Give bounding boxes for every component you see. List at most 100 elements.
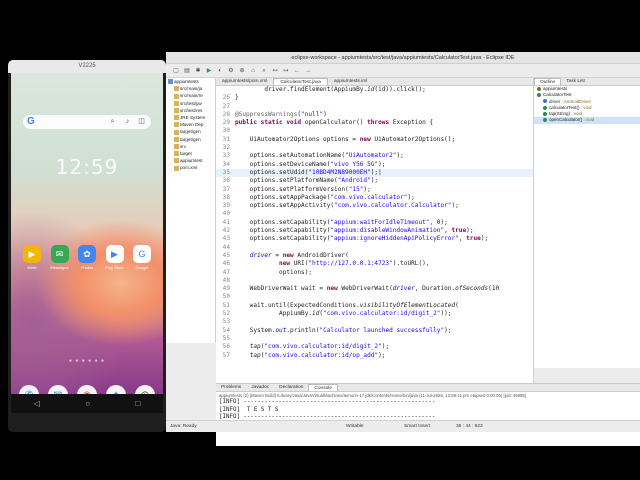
explorer-item-label: src/test/jav xyxy=(180,100,202,106)
explorer-item[interactable]: src/main/re xyxy=(166,92,215,99)
outline-signature: : void xyxy=(582,117,595,123)
outline-label: CalculatorTest xyxy=(543,92,572,98)
code-line: 43 options.setCapability("appium:ignoreH… xyxy=(216,235,533,243)
editor-tab[interactable]: appiumtests.iml xyxy=(328,78,373,85)
writable-status: Writable xyxy=(346,424,364,429)
explorer-item[interactable]: target/gen xyxy=(166,136,215,143)
app-meet[interactable]: ▶ Meet xyxy=(19,245,45,270)
explorer-item[interactable]: target xyxy=(166,150,215,157)
console-view[interactable]: Problems Javadoc Declaration Console appium… xyxy=(216,383,640,446)
app-play-store[interactable]: ▶ Play Store xyxy=(102,245,128,270)
code-line: 54 System.out.println("Calculator launch… xyxy=(216,327,533,335)
new-icon[interactable]: ▢ xyxy=(172,67,180,75)
code-area[interactable]: driver.findElement(AppiumBy.id(id)).clic… xyxy=(216,86,533,383)
explorer-item[interactable]: appiumtests xyxy=(166,78,215,85)
phone-window-titlebar[interactable]: V2225 xyxy=(8,60,166,73)
home-icon[interactable]: ○ xyxy=(85,399,90,408)
explorer-item[interactable]: target/gen xyxy=(166,128,215,135)
explorer-item[interactable]: Maven Dep xyxy=(166,121,215,128)
app-photos[interactable]: ✿ Photos xyxy=(74,245,100,270)
explorer-item[interactable]: src/test/jav xyxy=(166,100,215,107)
editor-tab[interactable]: CalculatorTest.java xyxy=(273,78,328,85)
app-google[interactable]: G Google xyxy=(129,245,155,270)
prev-annotation-icon[interactable]: ↤ xyxy=(271,67,279,75)
insert-mode-status: Smart Insert xyxy=(404,424,431,429)
console-tab[interactable]: Declaration xyxy=(274,384,308,391)
eclipse-window[interactable]: eclipse-workspace - appiumtests/src/test… xyxy=(166,52,640,446)
code-text: options.setDeviceName("vivo Y56 5G"); xyxy=(235,160,386,168)
debug-icon[interactable]: ✱ xyxy=(194,67,202,75)
outline-item[interactable]: openCalculator() : void xyxy=(534,117,640,124)
external-tools-icon[interactable]: ⚙ xyxy=(227,67,235,75)
code-text: options.setAppPackage("com.vivo.calculat… xyxy=(235,193,415,201)
phone-screen[interactable]: G ⌕ ♪ ◫ 12:59 ▶ Meet ✉ Messages ✿ Photos ▶ Play… xyxy=(11,73,163,413)
outline-tab[interactable]: Outline xyxy=(534,78,562,85)
explorer-item[interactable]: JRE System xyxy=(166,114,215,121)
console-tab[interactable]: Javadoc xyxy=(246,384,274,391)
back-icon[interactable]: ◁ xyxy=(34,399,40,408)
line-number: 50 xyxy=(222,293,230,301)
explorer-item-label: src xyxy=(180,143,187,149)
phone-mirror-window[interactable]: V2225 G ⌕ ♪ ◫ 12:59 ▶ Meet ✉ Messages ✿ Photo… xyxy=(8,60,166,432)
code-line: 37 options.setPlatformVersion("15"); xyxy=(216,186,533,194)
code-editor[interactable]: appiumtests/pom.xml CalculatorTest.java ap… xyxy=(216,78,534,383)
code-text: options); xyxy=(235,268,313,276)
code-text: System.out.println("Calculator launched … xyxy=(235,326,452,334)
meet-icon: ▶ xyxy=(23,245,41,263)
lens-icon[interactable]: ◫ xyxy=(138,118,145,125)
save-icon[interactable]: ▤ xyxy=(183,67,191,75)
recents-icon[interactable]: □ xyxy=(135,399,140,408)
folder-icon xyxy=(174,122,179,128)
folder-icon xyxy=(174,165,179,171)
code-line: 36 options.setPlatformName("Android"); xyxy=(216,177,533,185)
mic-icon[interactable]: ♪ xyxy=(124,118,131,125)
next-annotation-icon[interactable]: ↦ xyxy=(282,67,290,75)
forward-nav-icon[interactable]: → xyxy=(304,67,312,75)
code-line: 34 options.setDeviceName("vivo Y56 5G"); xyxy=(216,161,533,169)
explorer-item[interactable]: pom.xml xyxy=(166,164,215,171)
coverage-icon[interactable]: ◐ xyxy=(216,67,224,75)
code-line: 28 @SuppressWarnings("null") xyxy=(216,111,533,119)
code-text: UiAutomator2Options options = new UiAuto… xyxy=(235,135,456,143)
run-icon[interactable]: ▶ xyxy=(205,67,213,75)
code-text: options.setAutomationName("UiAutomator2"… xyxy=(235,152,404,160)
explorer-item[interactable]: src/test/res xyxy=(166,107,215,114)
code-line: 50 xyxy=(216,293,533,301)
ide-titlebar[interactable]: eclipse-workspace - appiumtests/src/test… xyxy=(166,52,640,64)
folder-icon xyxy=(168,79,173,85)
editor-tab[interactable]: appiumtests/pom.xml xyxy=(216,78,273,85)
editor-tabs: appiumtests/pom.xml CalculatorTest.java ap… xyxy=(216,78,533,86)
explorer-item-label: Maven Dep xyxy=(180,122,204,128)
code-line: 38 options.setAppPackage("com.vivo.calcu… xyxy=(216,194,533,202)
package-explorer[interactable]: appiumtests src/main/ja src/main/re src/tes… xyxy=(166,78,216,343)
google-search-bar[interactable]: G ⌕ ♪ ◫ xyxy=(23,115,151,129)
search-icon[interactable]: ⌕ xyxy=(109,118,116,125)
line-number: 29 xyxy=(222,119,230,127)
new-class-icon[interactable]: ⊕ xyxy=(238,67,246,75)
back-nav-icon[interactable]: ← xyxy=(293,67,301,75)
open-type-icon[interactable]: ⌂ xyxy=(249,67,257,75)
folder-icon xyxy=(174,93,179,99)
app-label: Play Store xyxy=(105,265,124,270)
search-icon[interactable]: ⌕ xyxy=(260,67,268,75)
line-number: 57 xyxy=(222,351,230,359)
google-icon: G xyxy=(133,245,151,263)
code-text: options.setCapability("appium:ignoreHidd… xyxy=(235,235,489,243)
outline-tab[interactable]: Task List xyxy=(561,78,590,85)
explorer-item[interactable]: src xyxy=(166,143,215,150)
app-messages[interactable]: ✉ Messages xyxy=(47,245,73,270)
console-tab[interactable]: Console xyxy=(308,384,339,391)
code-line: 33 options.setAutomationName("UiAutomato… xyxy=(216,152,533,160)
line-number: 36 xyxy=(222,177,230,185)
console-tab[interactable]: Problems xyxy=(216,384,246,391)
code-text: options.setAppActivity("com.vivo.calcula… xyxy=(235,202,459,210)
outline-view[interactable]: Outline Task List appiumtests CalculatorTe… xyxy=(534,78,640,368)
explorer-item[interactable]: src/main/ja xyxy=(166,85,215,92)
member-icon xyxy=(543,105,547,110)
outline-tabs: Outline Task List xyxy=(534,78,640,86)
explorer-item[interactable]: appiumtest xyxy=(166,157,215,164)
line-number: 38 xyxy=(222,193,230,201)
line-number: 54 xyxy=(222,326,230,334)
messages-icon: ✉ xyxy=(50,245,69,263)
app-label: Google xyxy=(135,265,149,270)
